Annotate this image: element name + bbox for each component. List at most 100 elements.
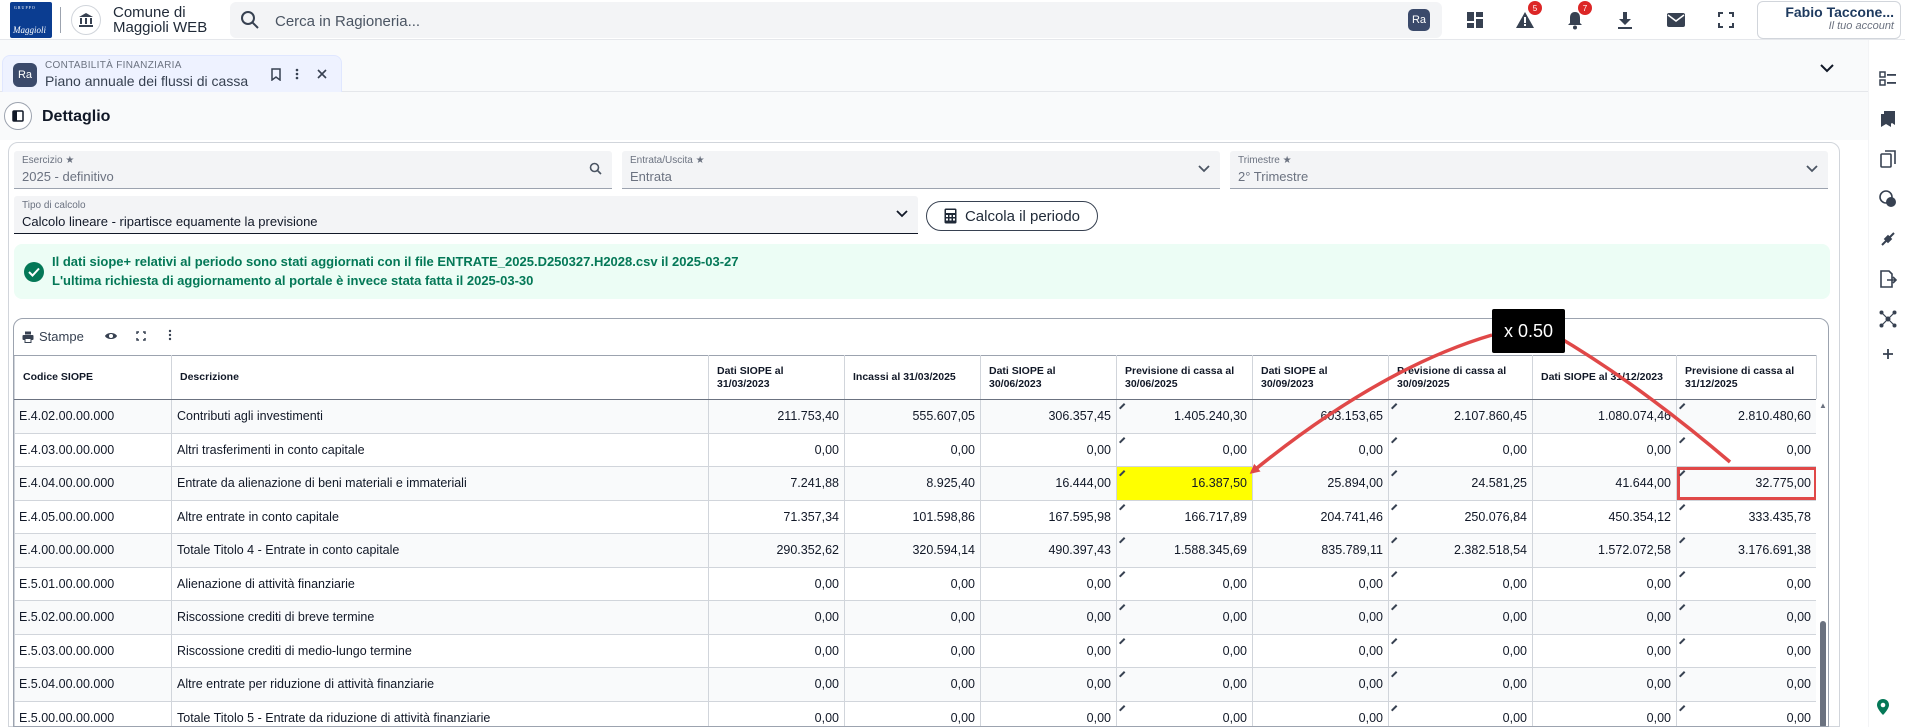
column-header[interactable]: Dati SIOPE al 31/03/2023 (708, 355, 845, 400)
maggioli-logo[interactable]: GRUPPO Maggioli (10, 2, 52, 38)
trimestre-select[interactable]: Trimestre ★ 2° Trimestre (1230, 151, 1828, 189)
editable-forecast-cell[interactable]: 3.176.691,38 (1676, 533, 1817, 568)
editable-forecast-cell[interactable]: 2.810.480,60 (1676, 399, 1817, 434)
table-row[interactable]: E.4.04.00.00.000 Entrate da alienazione d… (14, 466, 1817, 501)
editable-forecast-cell[interactable]: 0,00 (1388, 432, 1533, 467)
editable-forecast-cell[interactable]: 0,00 (1388, 667, 1533, 702)
more-vertical-icon[interactable] (295, 68, 299, 83)
editable-forecast-cell[interactable]: 166.717,89 (1116, 499, 1253, 534)
org-line-2: Maggioli WEB (113, 19, 208, 36)
table-row[interactable]: E.5.03.00.00.000 Riscossione crediti di m… (14, 633, 1817, 668)
expand-icon[interactable] (136, 329, 146, 344)
description-cell: Entrate da alienazione di beni materiali… (171, 466, 709, 501)
table-row[interactable]: E.4.02.00.00.000 Contributi agli investim… (14, 399, 1817, 434)
editable-forecast-cell[interactable]: 333.435,78 (1676, 499, 1817, 534)
editable-forecast-cell[interactable]: 250.076,84 (1388, 499, 1533, 534)
value-cell: 0,00 (1532, 700, 1677, 726)
fullscreen-button[interactable] (1713, 7, 1739, 33)
alerts-button[interactable]: 5 (1512, 1, 1542, 33)
editable-forecast-cell[interactable]: 0,00 (1676, 566, 1817, 601)
tab-piano-flussi-cassa[interactable]: Ra CONTABILITÀ FINANZIARIA Piano annuale… (2, 55, 342, 92)
print-button[interactable]: Stampe (22, 329, 84, 344)
editable-forecast-cell[interactable]: 0,00 (1676, 432, 1817, 467)
value-cell: 0,00 (980, 700, 1117, 726)
copy-icon[interactable] (1877, 148, 1899, 170)
bookmarks-icon[interactable] (1877, 108, 1899, 130)
bookmark-icon[interactable] (271, 68, 281, 84)
editable-forecast-cell[interactable]: 0,00 (1676, 600, 1817, 635)
editable-forecast-cell[interactable]: 0,00 (1116, 667, 1253, 702)
column-header[interactable]: Descrizione (171, 355, 709, 400)
scroll-up-icon[interactable]: ▲ (1819, 401, 1827, 410)
entrata-uscita-select[interactable]: Entrata/Uscita ★ Entrata (622, 151, 1220, 189)
scrollbar-thumb[interactable] (1820, 621, 1826, 726)
editable-forecast-cell[interactable]: 24.581,25 (1388, 466, 1533, 501)
column-header[interactable]: Previsione di cassa al 31/12/2025 (1676, 355, 1817, 400)
table-row[interactable]: E.4.03.00.00.000 Altri trasferimenti in c… (14, 432, 1817, 467)
location-pin-icon[interactable] (1876, 698, 1890, 719)
calcola-periodo-label: Calcola il periodo (964, 207, 1081, 225)
toggle-panel-button[interactable] (4, 102, 32, 130)
user-account-button[interactable]: Fabio Taccone... Il tuo account (1757, 1, 1901, 39)
column-header[interactable]: Previsione di cassa al 30/06/2025 (1116, 355, 1253, 400)
calcola-periodo-button[interactable]: Calcola il periodo (926, 201, 1098, 231)
editable-forecast-cell[interactable]: 1.405.240,30 (1116, 399, 1253, 434)
global-search[interactable]: Cerca in Ragioneria... Ra (230, 2, 1442, 38)
editable-forecast-cell[interactable]: 0,00 (1388, 633, 1533, 668)
editable-forecast-cell[interactable]: 16.387,50 (1116, 466, 1253, 501)
editable-forecast-cell[interactable]: 0,00 (1388, 566, 1533, 601)
calculator-icon (944, 208, 957, 224)
institution-button[interactable] (71, 5, 101, 35)
table-row[interactable]: E.4.05.00.00.000 Altre entrate in conto c… (14, 499, 1817, 534)
detail-header: Dettaglio (0, 92, 1868, 140)
ragioneria-app-icon[interactable]: Ra (1408, 9, 1430, 31)
editable-forecast-cell[interactable]: 0,00 (1388, 600, 1533, 635)
column-header[interactable]: Dati SIOPE al 31/12/2023 (1532, 355, 1677, 400)
column-header[interactable]: Incassi al 31/03/2025 (844, 355, 981, 400)
document-export-icon[interactable] (1877, 268, 1899, 290)
editable-forecast-cell[interactable]: 0,00 (1116, 432, 1253, 467)
add-icon[interactable] (1877, 343, 1899, 365)
checklist-icon[interactable] (1877, 68, 1899, 90)
editable-forecast-cell[interactable]: 0,00 (1116, 600, 1253, 635)
messages-button[interactable] (1663, 7, 1689, 33)
plug-icon[interactable] (1877, 228, 1899, 250)
editable-forecast-cell[interactable]: 0,00 (1676, 667, 1817, 702)
editable-forecast-cell[interactable]: 0,00 (1676, 633, 1817, 668)
notifications-button[interactable]: 7 (1562, 1, 1592, 33)
network-icon[interactable] (1877, 308, 1899, 330)
table-row[interactable]: E.5.00.00.00.000 Totale Titolo 5 - Entrat… (14, 700, 1817, 726)
value-cell: 167.595,98 (980, 499, 1117, 534)
editable-forecast-cell[interactable]: 2.382.518,54 (1388, 533, 1533, 568)
tipo-calcolo-select[interactable]: Tipo di calcolo Calcolo lineare - ripart… (14, 196, 918, 234)
value-cell: 320.594,14 (844, 533, 981, 568)
editable-forecast-cell[interactable]: 0,00 (1116, 566, 1253, 601)
close-icon[interactable] (317, 68, 327, 82)
editable-forecast-cell[interactable]: 0,00 (1116, 700, 1253, 726)
column-header[interactable]: Dati SIOPE al 30/06/2023 (980, 355, 1117, 400)
column-header[interactable]: Codice SIOPE (14, 355, 172, 400)
user-role: Il tuo account (1828, 20, 1894, 32)
value-cell: 0,00 (1252, 667, 1389, 702)
table-row[interactable]: E.5.02.00.00.000 Riscossione crediti di b… (14, 600, 1817, 635)
download-button[interactable] (1612, 7, 1638, 33)
editable-forecast-cell[interactable]: 32.775,00 (1676, 466, 1817, 501)
table-scrollbar[interactable]: ▲ (1816, 399, 1828, 726)
editable-forecast-cell[interactable]: 1.588.345,69 (1116, 533, 1253, 568)
coins-icon[interactable] (1877, 188, 1899, 210)
editable-forecast-cell[interactable]: 0,00 (1676, 700, 1817, 726)
column-header[interactable]: Previsione di cassa al 30/09/2025 (1388, 355, 1533, 400)
table-row[interactable]: E.5.01.00.00.000 Alienazione di attività … (14, 566, 1817, 601)
table-row[interactable]: E.4.00.00.00.000 Totale Titolo 4 - Entrat… (14, 533, 1817, 568)
dashboard-button[interactable] (1462, 7, 1488, 33)
column-header[interactable]: Dati SIOPE al 30/09/2023 (1252, 355, 1389, 400)
eye-icon[interactable] (104, 329, 118, 344)
table-row[interactable]: E.5.04.00.00.000 Altre entrate per riduzi… (14, 667, 1817, 702)
more-vertical-icon[interactable] (168, 329, 172, 344)
esercizio-field[interactable]: Esercizio ★ 2025 - definitivo (14, 151, 612, 189)
search-icon[interactable] (589, 162, 602, 178)
editable-forecast-cell[interactable]: 0,00 (1116, 633, 1253, 668)
chevron-down-icon[interactable] (1820, 62, 1834, 76)
editable-forecast-cell[interactable]: 2.107.860,45 (1388, 399, 1533, 434)
editable-forecast-cell[interactable]: 0,00 (1388, 700, 1533, 726)
